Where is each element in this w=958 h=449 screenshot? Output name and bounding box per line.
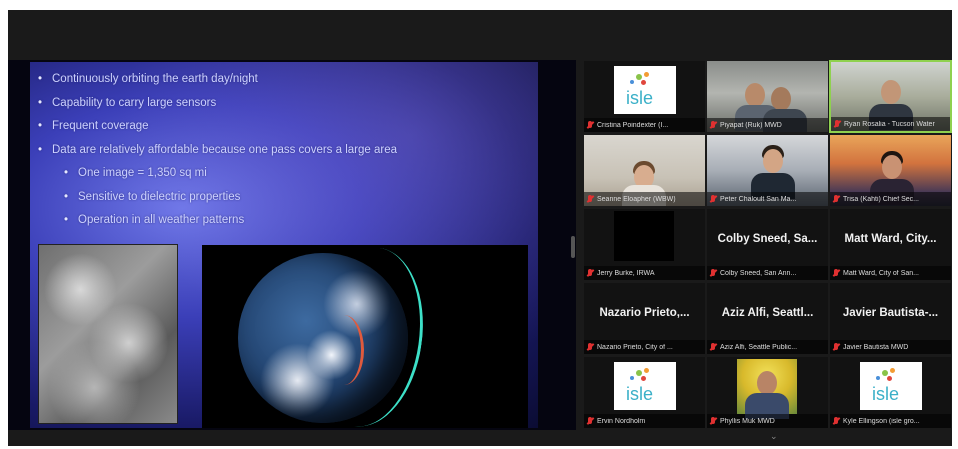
participant-tile[interactable]: isle Ervin Nordholm (583, 356, 706, 429)
participant-tile[interactable]: isle Cristina Poindexter (I... (583, 60, 706, 133)
mic-muted-icon (587, 416, 593, 426)
participant-tile[interactable]: Peter Chaloult San Ma... (706, 134, 829, 207)
participant-name-bar: Peter Chaloult San Ma... (707, 192, 828, 206)
meeting-top-bar (8, 10, 952, 60)
isle-logo: isle (860, 362, 922, 410)
participant-tile[interactable]: Phyllis Muk MWD (706, 356, 829, 429)
isle-logo: isle (614, 362, 676, 410)
participant-gallery: isle Cristina Poindexter (I... Piyapat (… (583, 60, 952, 430)
presentation-slide: • Continuously orbiting the earth day/nig… (30, 62, 538, 428)
participant-tile[interactable]: Colby Sneed, Sa... Colby Sneed, San Ann.… (706, 208, 829, 281)
earth-orbit-image (202, 245, 528, 428)
mic-muted-icon (710, 120, 716, 130)
radar-satellite-image (38, 244, 178, 424)
split-view-drag-handle[interactable] (571, 236, 575, 258)
orbit-swath (324, 315, 364, 385)
participant-display-name: Aziz Alfi, Seattl... (721, 307, 814, 319)
participant-display-name: Nazario Prieto,... (599, 307, 690, 319)
mic-muted-icon (587, 194, 593, 204)
participant-name-bar: Ryan Rosalia - Tucson Water (831, 117, 950, 131)
slide-sub-bullet: • Sensitive to dielectric properties (64, 190, 241, 203)
participant-tile[interactable]: Javier Bautista-... Javier Bautista MWD (829, 282, 952, 355)
slide-bullet: • Frequent coverage (38, 120, 149, 132)
participant-tile[interactable]: Piyapat (Ruk) MWD (706, 60, 829, 133)
participant-name-bar: Kyle Ellingson (isle gro... (830, 414, 951, 428)
participant-tile[interactable]: Jerry Burke, IRWA (583, 208, 706, 281)
mic-muted-icon (834, 119, 840, 129)
mic-muted-icon (587, 120, 593, 130)
mic-muted-icon (833, 194, 839, 204)
participant-name-bar: Trisa (Kahti) Chief Sec... (830, 192, 951, 206)
mic-muted-icon (587, 268, 593, 278)
participant-tile[interactable]: Seanne Eloapher (WBW) (583, 134, 706, 207)
participant-video (737, 359, 797, 419)
mic-muted-icon (833, 416, 839, 426)
participant-name: Kyle Ellingson (isle gro... (843, 417, 920, 425)
participant-name-bar: Cristina Poindexter (I... (584, 118, 705, 132)
slide-bullet-list: • Continuously orbiting the earth day/nig… (38, 68, 518, 233)
participant-name-bar: Ervin Nordholm (584, 414, 705, 428)
mic-muted-icon (833, 342, 839, 352)
participant-name-bar: Jerry Burke, IRWA (584, 266, 705, 280)
participant-display-name: Javier Bautista-... (842, 307, 939, 319)
participant-tile[interactable]: isle Kyle Ellingson (isle gro... (829, 356, 952, 429)
participant-name: Jerry Burke, IRWA (597, 269, 655, 277)
participant-name: Trisa (Kahti) Chief Sec... (843, 195, 919, 203)
participant-name: Peter Chaloult San Ma... (720, 195, 797, 203)
slide-sub-bullet: • Operation in all weather patterns (64, 214, 245, 226)
participant-tile[interactable]: Matt Ward, City... Matt Ward, City of Sa… (829, 208, 952, 281)
mic-muted-icon (833, 268, 839, 278)
participant-name-bar: Phyllis Muk MWD (707, 414, 828, 428)
meeting-bottom-bar: ⌄ (8, 430, 952, 446)
mic-muted-icon (710, 416, 716, 426)
participant-tile[interactable]: Nazario Prieto,... Nazario Prieto, City … (583, 282, 706, 355)
participant-name-bar: Colby Sneed, San Ann... (707, 266, 828, 280)
participant-name: Matt Ward, City of San... (843, 269, 919, 277)
participant-name: Aziz Alfi, Seattle Public... (720, 343, 798, 351)
participant-display-name: Matt Ward, City... (844, 233, 937, 245)
chevron-down-icon[interactable]: ⌄ (770, 432, 780, 441)
slide-bullet: • Data are relatively affordable because … (38, 143, 397, 156)
participant-name-bar: Matt Ward, City of San... (830, 266, 951, 280)
mic-muted-icon (710, 342, 716, 352)
participant-name: Cristina Poindexter (I... (597, 121, 669, 129)
participant-name-bar: Nazario Prieto, City of ... (584, 340, 705, 354)
slide-sub-bullet: • One image = 1,350 sq mi (64, 167, 207, 179)
participant-name: Piyapat (Ruk) MWD (720, 121, 782, 129)
participant-name: Colby Sneed, San Ann... (720, 269, 797, 277)
participant-video-off (614, 211, 674, 261)
participant-display-name: Colby Sneed, Sa... (717, 233, 818, 245)
isle-logo: isle (614, 66, 676, 114)
mic-muted-icon (587, 342, 593, 352)
participant-tile[interactable]: Aziz Alfi, Seattl... Aziz Alfi, Seattle … (706, 282, 829, 355)
participant-name: Phyllis Muk MWD (720, 417, 775, 425)
participant-name: Nazario Prieto, City of ... (597, 343, 673, 351)
participant-name: Ryan Rosalia - Tucson Water (844, 120, 935, 128)
participant-tile-active-speaker[interactable]: Ryan Rosalia - Tucson Water (829, 60, 952, 133)
screen-share-view: • Continuously orbiting the earth day/nig… (8, 60, 576, 430)
slide-bullet: • Capability to carry large sensors (38, 96, 217, 109)
participant-name-bar: Piyapat (Ruk) MWD (707, 118, 828, 132)
meeting-window: • Continuously orbiting the earth day/nig… (8, 10, 952, 446)
mic-muted-icon (710, 194, 716, 204)
participant-tile[interactable]: Trisa (Kahti) Chief Sec... (829, 134, 952, 207)
screenshot-frame: • Continuously orbiting the earth day/nig… (0, 0, 958, 449)
participant-name: Ervin Nordholm (597, 417, 646, 425)
participant-name-bar: Seanne Eloapher (WBW) (584, 192, 705, 206)
participant-name: Seanne Eloapher (WBW) (597, 195, 676, 203)
participant-name: Javier Bautista MWD (843, 343, 909, 351)
slide-bullet: • Continuously orbiting the earth day/nig… (38, 73, 258, 85)
participant-name-bar: Javier Bautista MWD (830, 340, 951, 354)
participant-name-bar: Aziz Alfi, Seattle Public... (707, 340, 828, 354)
mic-muted-icon (710, 268, 716, 278)
